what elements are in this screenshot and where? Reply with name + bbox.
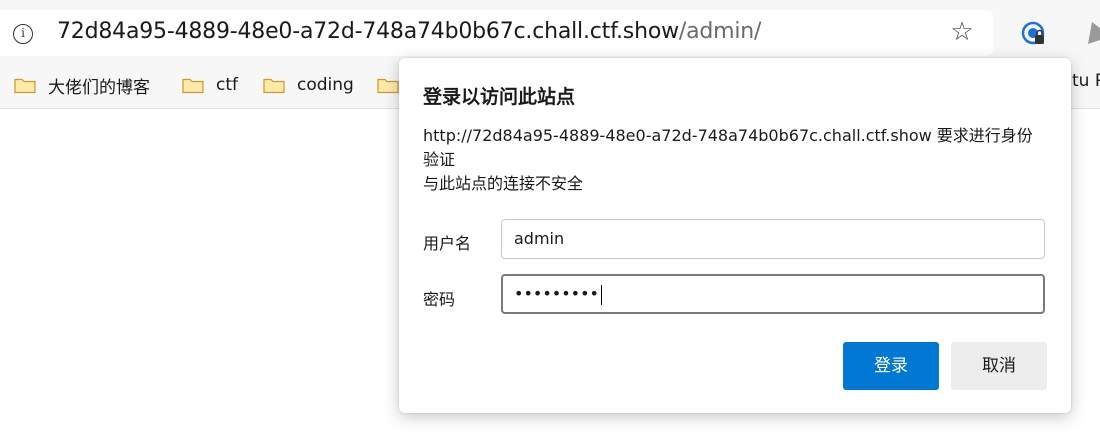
bookmark-clipped[interactable]: tu P	[1072, 71, 1100, 91]
folder-icon	[182, 78, 204, 93]
username-input[interactable]: admin	[501, 219, 1045, 259]
url-text[interactable]: 72d84a95-4889-48e0-a72d-748a74b0b67c.cha…	[57, 19, 761, 44]
extension-icon-partial[interactable]	[1082, 20, 1100, 48]
username-value: admin	[514, 229, 565, 248]
url-path: /admin/	[678, 19, 762, 44]
bookmark-folder-coding[interactable]: coding	[263, 71, 354, 99]
browser-toolbar: i 72d84a95-4889-48e0-a72d-748a74b0b67c.c…	[0, 0, 1100, 63]
url-host: 72d84a95-4889-48e0-a72d-748a74b0b67c.cha…	[57, 19, 679, 44]
password-input[interactable]: •••••••••	[501, 274, 1045, 314]
folder-icon	[263, 78, 285, 93]
dialog-title: 登录以访问此站点	[423, 86, 576, 108]
text-caret	[600, 284, 603, 305]
auth-dialog: 登录以访问此站点 http://72d84a95-4889-48e0-a72d-…	[399, 58, 1071, 413]
folder-icon	[14, 78, 36, 93]
folder-icon	[377, 78, 399, 93]
info-icon[interactable]: i	[13, 24, 33, 44]
extension-icon[interactable]	[1020, 20, 1048, 48]
star-icon[interactable]: ☆	[948, 18, 976, 46]
bookmark-folder-ctf[interactable]: ctf	[182, 71, 238, 99]
bookmark-label: 大佬们的博客	[48, 77, 150, 98]
cancel-button[interactable]: 取消	[951, 342, 1047, 390]
address-bar[interactable]: i 72d84a95-4889-48e0-a72d-748a74b0b67c.c…	[0, 10, 993, 56]
bookmark-label: ctf	[216, 75, 238, 95]
bookmark-folder-blogs[interactable]: 大佬们的博客	[14, 71, 150, 99]
dialog-message-line: 与此站点的连接不安全	[423, 174, 584, 193]
bookmark-label: coding	[297, 75, 354, 95]
login-button[interactable]: 登录	[843, 342, 939, 390]
password-label: 密码	[423, 290, 456, 309]
dialog-message: http://72d84a95-4889-48e0-a72d-748a74b0b…	[423, 124, 1053, 196]
password-value: •••••••••	[514, 284, 599, 303]
dialog-message-line: 验证	[423, 150, 456, 169]
username-label: 用户名	[423, 234, 472, 253]
dialog-message-line: http://72d84a95-4889-48e0-a72d-748a74b0b…	[423, 126, 1033, 145]
